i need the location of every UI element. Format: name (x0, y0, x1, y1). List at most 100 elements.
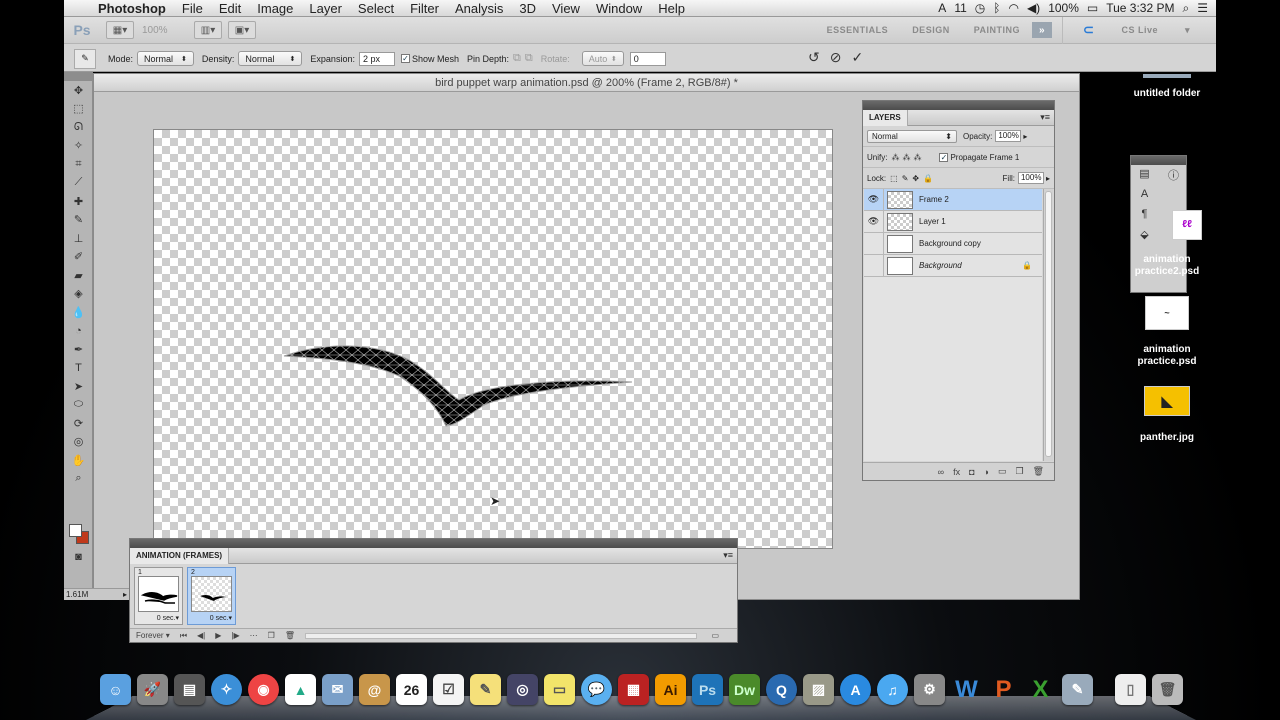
visibility-toggle-empty[interactable] (864, 232, 884, 255)
animation-frame[interactable]: 1 0 sec.▾ (134, 567, 183, 625)
zoom-level[interactable]: 100% (142, 25, 188, 36)
unify-position-icon[interactable]: ⁂ (891, 153, 899, 162)
new-group-icon[interactable]: ▭ (998, 466, 1007, 477)
desktop-file[interactable]: ℓℓ animation practice2.psd (1132, 210, 1202, 278)
lock-image-icon[interactable]: ✎ (902, 174, 909, 183)
launch-bridge-icon[interactable]: ▦▾ (106, 21, 134, 39)
menu-select[interactable]: Select (350, 1, 402, 16)
adjustment-layer-icon[interactable]: ◑ (984, 467, 989, 477)
desktop-file[interactable]: ~ animation practice.psd (1132, 296, 1202, 368)
timeline-toggle-icon[interactable]: ▭ (711, 631, 719, 640)
cs-live-button[interactable]: ⊂ CS Live ▾ (1062, 16, 1216, 44)
eyedropper-tool-icon[interactable]: ⟋ (64, 174, 93, 193)
shape-tool-icon[interactable]: ⬭ (64, 396, 93, 415)
volume-icon[interactable]: ◀) (1027, 1, 1040, 15)
quick-selection-tool-icon[interactable]: ✧ (64, 137, 93, 156)
zoom-tool-icon[interactable]: ⌕ (64, 470, 93, 489)
canvas[interactable]: ➤ (153, 129, 833, 549)
first-frame-icon[interactable]: ⏮ (180, 631, 187, 641)
paint-bucket-tool-icon[interactable]: ◈ (64, 285, 93, 304)
word-icon[interactable]: W (951, 674, 982, 705)
opacity-input[interactable]: 100% (995, 130, 1022, 142)
histogram-panel-icon[interactable]: ▤ (1139, 167, 1149, 180)
menu-edit[interactable]: Edit (211, 1, 249, 16)
battery-level[interactable]: 100% (1048, 1, 1079, 15)
notes-icon[interactable]: ✎ (470, 674, 501, 705)
unify-style-icon[interactable]: ⁂ (913, 153, 921, 162)
layer-row[interactable]: 👁 Frame 2 (864, 188, 1042, 211)
layer-row[interactable]: Background copy (864, 232, 1042, 255)
system-monitor-icon[interactable]: ▤ (174, 674, 205, 705)
character-panel-icon[interactable]: A (1141, 188, 1148, 200)
messages-icon[interactable]: 💬 (581, 674, 612, 705)
notification-center-icon[interactable]: ☰ (1197, 1, 1208, 15)
healing-brush-tool-icon[interactable]: ✚ (64, 192, 93, 211)
wifi-icon[interactable]: ◠ (1008, 1, 1018, 15)
lock-all-icon[interactable]: 🔒 (923, 174, 933, 183)
launchpad-icon[interactable]: 🚀 (137, 674, 168, 705)
move-tool-icon[interactable]: ✥ (64, 81, 93, 100)
excel-icon[interactable]: X (1025, 674, 1056, 705)
layer-row[interactable]: 👁 Layer 1 (864, 210, 1042, 233)
iphoto-icon[interactable]: ▨ (803, 674, 834, 705)
tools-panel-header[interactable] (64, 72, 92, 81)
itunes-icon[interactable]: ♫ (877, 674, 908, 705)
menu-3d[interactable]: 3D (511, 1, 544, 16)
fill-input[interactable]: 100% (1017, 172, 1044, 184)
opacity-arrow-icon[interactable]: ▸ (1023, 132, 1027, 141)
visibility-toggle-empty[interactable] (864, 254, 884, 277)
delete-frame-icon[interactable]: 🗑 (285, 631, 295, 640)
frame-delay[interactable]: 0 sec.▾ (210, 614, 232, 622)
propagate-checkbox[interactable]: ✓ (939, 152, 949, 162)
next-frame-icon[interactable]: |▶ (231, 631, 239, 640)
dreamweaver-icon[interactable]: Dw (729, 674, 760, 705)
menu-help[interactable]: Help (650, 1, 693, 16)
menu-filter[interactable]: Filter (402, 1, 447, 16)
path-selection-tool-icon[interactable]: ➤ (64, 377, 93, 396)
photoshop-icon[interactable]: Ps (692, 674, 723, 705)
workspace-essentials[interactable]: ESSENTIALS (815, 25, 901, 35)
desktop-file[interactable]: ◣ panther.jpg (1132, 386, 1202, 444)
pin-backward-icon[interactable]: ⧉ (525, 52, 533, 65)
quicktime-icon[interactable]: Q (766, 674, 797, 705)
rotate-angle-input[interactable]: 0 (629, 51, 666, 66)
menu-view[interactable]: View (544, 1, 588, 16)
pin-forward-icon[interactable]: ⧉ (513, 52, 521, 65)
stickies-icon[interactable]: ▭ (544, 674, 575, 705)
preview-icon[interactable]: ✉ (322, 674, 353, 705)
lock-transparent-icon[interactable]: ⬚ (890, 174, 898, 183)
screen-mode-icon[interactable]: ▣▾ (228, 21, 256, 39)
menu-layer[interactable]: Layer (301, 1, 350, 16)
type-tool-icon[interactable]: T (64, 359, 93, 378)
clock[interactable]: Tue 3:32 PM (1106, 1, 1174, 15)
documents-icon[interactable]: ▯ (1115, 674, 1146, 705)
play-icon[interactable]: ▶ (215, 631, 221, 640)
collapsed-panels-header[interactable] (1131, 156, 1186, 165)
visibility-eye-icon[interactable]: 👁 (864, 210, 884, 233)
google-drive-icon[interactable]: ▲ (285, 674, 316, 705)
calendar-icon[interactable]: 26 (396, 674, 427, 705)
animation-tab[interactable]: ANIMATION (FRAMES) (130, 547, 230, 564)
link-layers-icon[interactable]: ∞ (938, 467, 944, 477)
reminders-icon[interactable]: ☑ (433, 674, 464, 705)
lasso-tool-icon[interactable]: ᘏ (64, 118, 93, 137)
clock-extra-icon[interactable]: ◷ (975, 1, 985, 15)
quick-mask-icon[interactable]: ◙ (64, 548, 93, 567)
puppet-warp-tool-icon[interactable]: ✎ (74, 48, 96, 69)
desktop-folder[interactable]: untitled folder (1132, 74, 1202, 100)
layer-mask-icon[interactable]: ◘ (969, 467, 974, 477)
trash-icon[interactable]: 🗑 (1152, 674, 1183, 705)
menu-window[interactable]: Window (588, 1, 650, 16)
workspace-design[interactable]: DESIGN (900, 25, 962, 35)
delete-layer-icon[interactable]: 🗑 (1033, 466, 1044, 477)
layer-row[interactable]: Background 🔒 (864, 254, 1042, 277)
eraser-tool-icon[interactable]: ▰ (64, 266, 93, 285)
screen-capture-icon[interactable]: ◎ (507, 674, 538, 705)
layers-scrollbar[interactable] (1043, 189, 1053, 461)
density-select[interactable]: Normal ⬍ (238, 51, 303, 66)
mode-select[interactable]: Normal ⬍ (137, 51, 194, 66)
previous-frame-icon[interactable]: ◀| (197, 631, 205, 640)
duplicate-frame-icon[interactable]: ❐ (268, 631, 275, 640)
3d-rotate-tool-icon[interactable]: ⟳ (64, 414, 93, 433)
loop-select[interactable]: Forever ▾ (136, 631, 170, 640)
